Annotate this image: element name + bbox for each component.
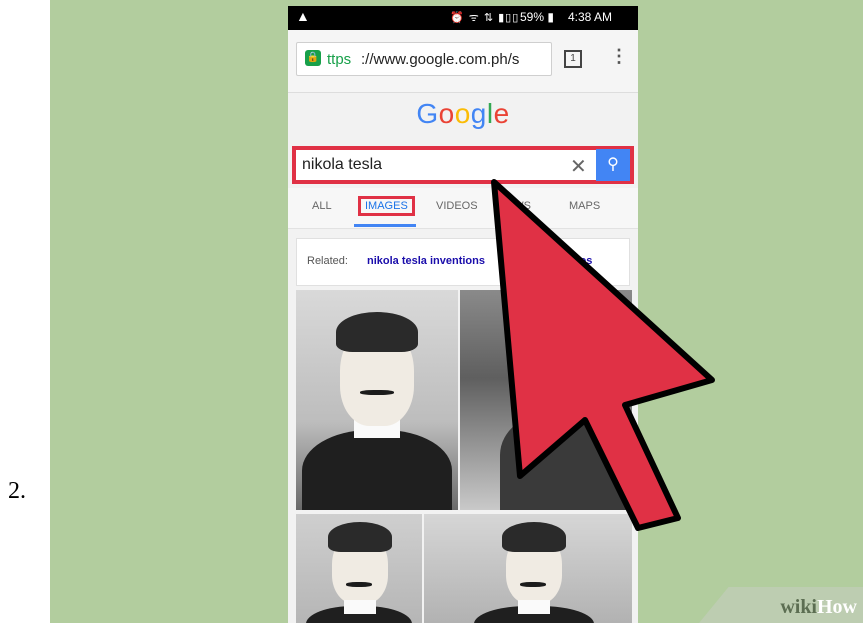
image-result[interactable] <box>460 290 632 510</box>
google-logo: Google <box>288 98 638 130</box>
clock: 4:38 AM <box>568 10 613 24</box>
url-scheme: ttps <box>327 51 352 68</box>
active-tab-indicator <box>354 224 416 227</box>
image-result[interactable] <box>424 514 632 623</box>
wikihow-watermark: wikiHow <box>699 587 863 623</box>
tab-images[interactable]: IMAGES <box>358 196 415 216</box>
address-bar: 🔒 ttps ://www.google.com.ph/s 1 ⋮ <box>288 30 638 93</box>
related-link-quotes[interactable]: uotes <box>563 255 592 267</box>
tab-switcher-button[interactable]: 1 <box>564 50 582 68</box>
search-button[interactable]: ⚲ <box>596 149 630 181</box>
related-label: Related: <box>307 255 348 267</box>
google-logo-letter: l <box>486 98 494 129</box>
status-indicators-icon: ⏰ ᯤ ⇅ ▮▯▯ <box>450 12 520 24</box>
google-logo-letter: G <box>416 98 439 129</box>
overflow-menu-icon[interactable]: ⋮ <box>610 46 628 67</box>
search-input[interactable]: nikola tesla <box>302 156 382 174</box>
step-number: 2. <box>8 478 26 504</box>
url-host: ://www.google.com.ph/s <box>361 51 520 68</box>
tab-news[interactable]: NEWS <box>498 200 531 212</box>
related-link-inventions[interactable]: nikola tesla inventions <box>367 255 485 267</box>
google-logo-letter: o <box>454 98 471 129</box>
google-logo-letter: g <box>470 98 487 129</box>
google-logo-letter: o <box>438 98 455 129</box>
status-bar: ▲ ⏰ ᯤ ⇅ ▮▯▯ 59% ▮ 4:38 AM <box>288 6 638 30</box>
url-field[interactable]: 🔒 ttps ://www.google.com.ph/s <box>296 42 552 76</box>
battery-level: 59% ▮ <box>520 10 554 24</box>
search-tabs: ALL IMAGES VIDEOS NEWS MAPS <box>288 188 638 229</box>
tab-all[interactable]: ALL <box>312 200 332 212</box>
lock-icon: 🔒 <box>305 50 321 66</box>
illustration: ▲ ⏰ ᯤ ⇅ ▮▯▯ 59% ▮ 4:38 AM 🔒 ttps ://www.… <box>50 0 863 623</box>
wikihow-logo: wikiHow <box>780 596 857 618</box>
related-searches: Related: nikola tesla inventions uotes <box>296 238 630 286</box>
clear-icon[interactable]: ✕ <box>570 154 587 179</box>
phone-screen: ▲ ⏰ ᯤ ⇅ ▮▯▯ 59% ▮ 4:38 AM 🔒 ttps ://www.… <box>288 6 638 623</box>
tab-videos[interactable]: VIDEOS <box>436 200 478 212</box>
image-result[interactable] <box>296 290 458 510</box>
search-icon: ⚲ <box>607 156 619 173</box>
google-logo-letter: e <box>493 98 510 129</box>
image-result[interactable] <box>296 514 422 623</box>
tab-maps[interactable]: MAPS <box>569 200 600 212</box>
warning-icon: ▲ <box>296 8 310 24</box>
